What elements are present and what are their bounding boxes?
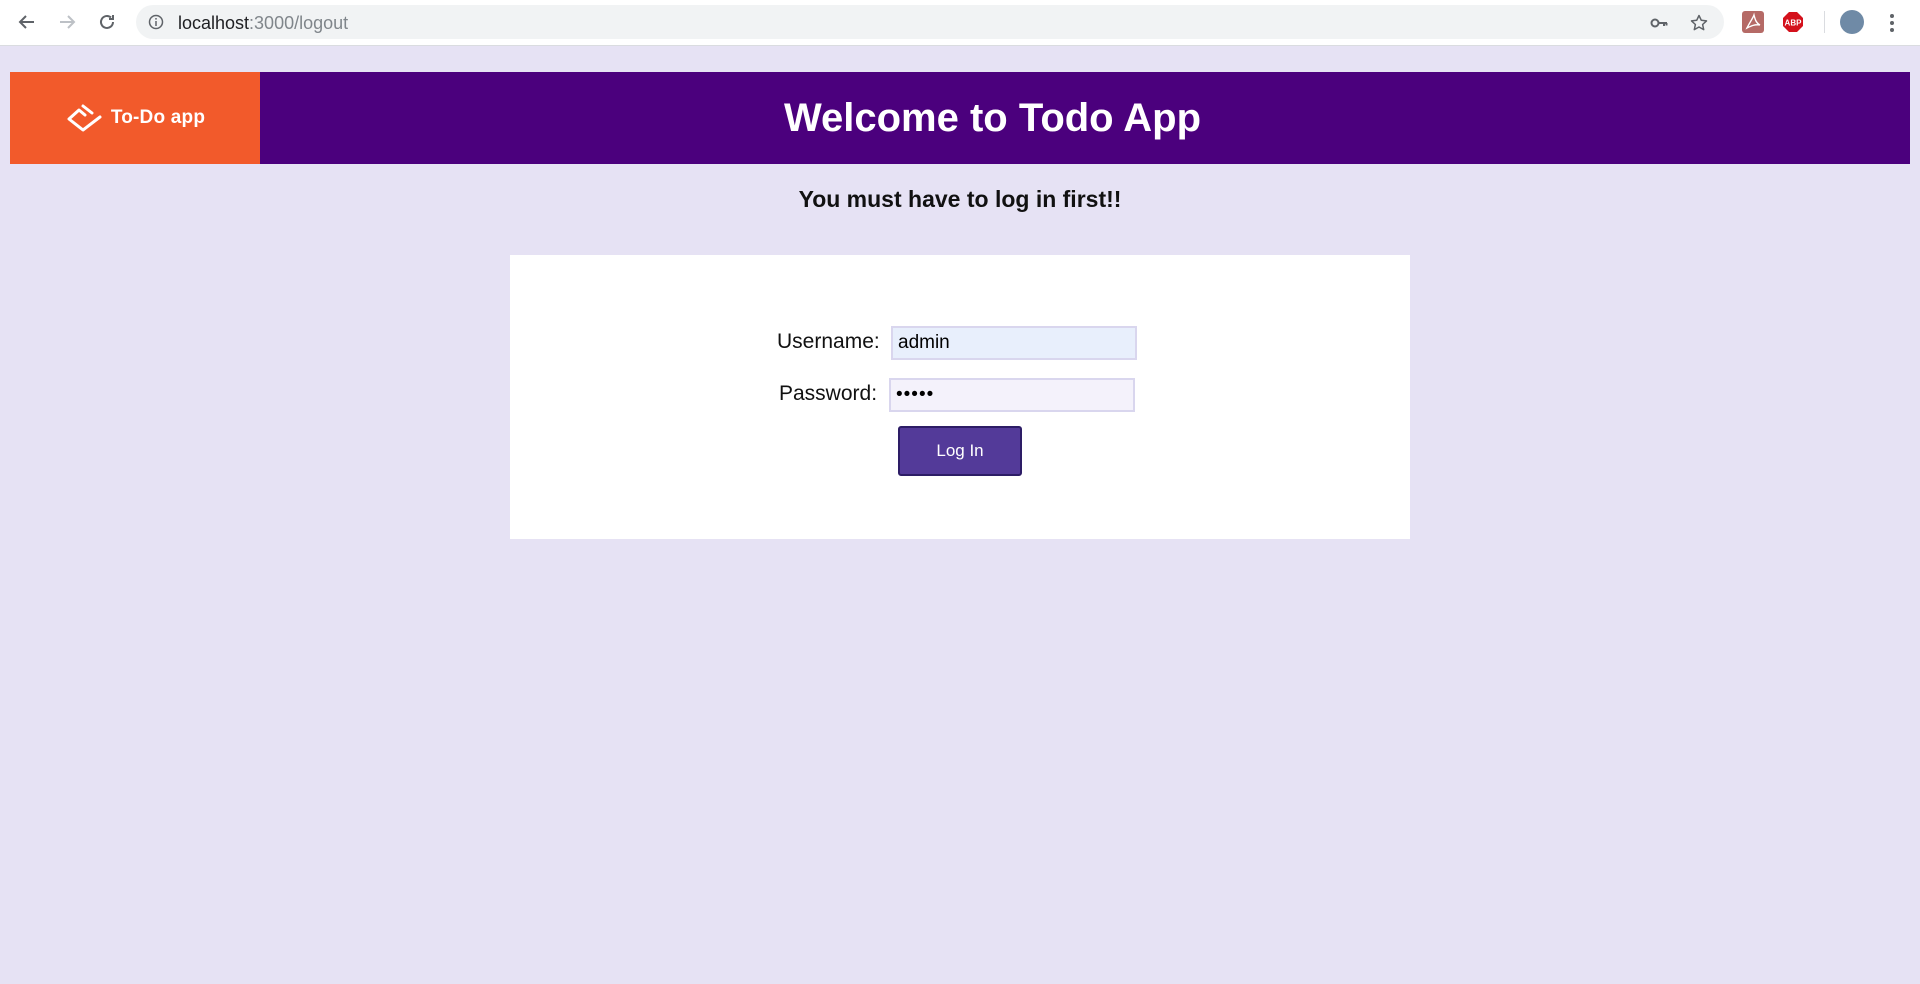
forward-button[interactable] xyxy=(53,8,81,36)
adblock-extension-icon[interactable]: ABP xyxy=(1782,11,1804,33)
profile-avatar[interactable] xyxy=(1840,10,1864,34)
back-arrow-icon xyxy=(18,15,34,29)
url-text[interactable]: localhost:3000/logout xyxy=(178,13,348,34)
username-label: Username: xyxy=(777,330,880,353)
back-button[interactable] xyxy=(13,8,41,36)
browser-toolbar: localhost:3000/logout ABP xyxy=(0,0,1920,46)
forward-arrow-icon xyxy=(60,15,76,29)
url-host: localhost xyxy=(178,13,250,33)
login-required-message: You must have to log in first!! xyxy=(798,186,1122,212)
reload-icon xyxy=(100,14,114,29)
key-icon[interactable] xyxy=(1650,14,1668,32)
svg-text:ABP: ABP xyxy=(1785,19,1803,28)
reload-button[interactable] xyxy=(93,8,121,36)
info-icon[interactable] xyxy=(148,14,164,30)
login-button[interactable]: Log In xyxy=(898,426,1022,476)
star-icon[interactable] xyxy=(1690,14,1708,32)
address-bar[interactable]: localhost:3000/logout xyxy=(136,5,1724,39)
app-header: To-Do app Welcome to Todo App xyxy=(10,72,1910,164)
password-label: Password: xyxy=(779,382,878,405)
todo-logo-icon xyxy=(67,104,102,132)
app-logo[interactable]: To-Do app xyxy=(10,72,260,164)
logo-text: To-Do app xyxy=(110,107,206,128)
username-input[interactable] xyxy=(891,326,1137,360)
login-form: Username: Password: Log In xyxy=(510,255,1410,539)
url-path: :3000/logout xyxy=(249,13,349,33)
more-menu-icon[interactable] xyxy=(1886,12,1898,34)
page-title: Welcome to Todo App xyxy=(783,95,1201,140)
pdf-extension-icon[interactable] xyxy=(1742,11,1764,33)
toolbar-divider xyxy=(1824,11,1825,33)
password-input[interactable] xyxy=(889,378,1135,412)
